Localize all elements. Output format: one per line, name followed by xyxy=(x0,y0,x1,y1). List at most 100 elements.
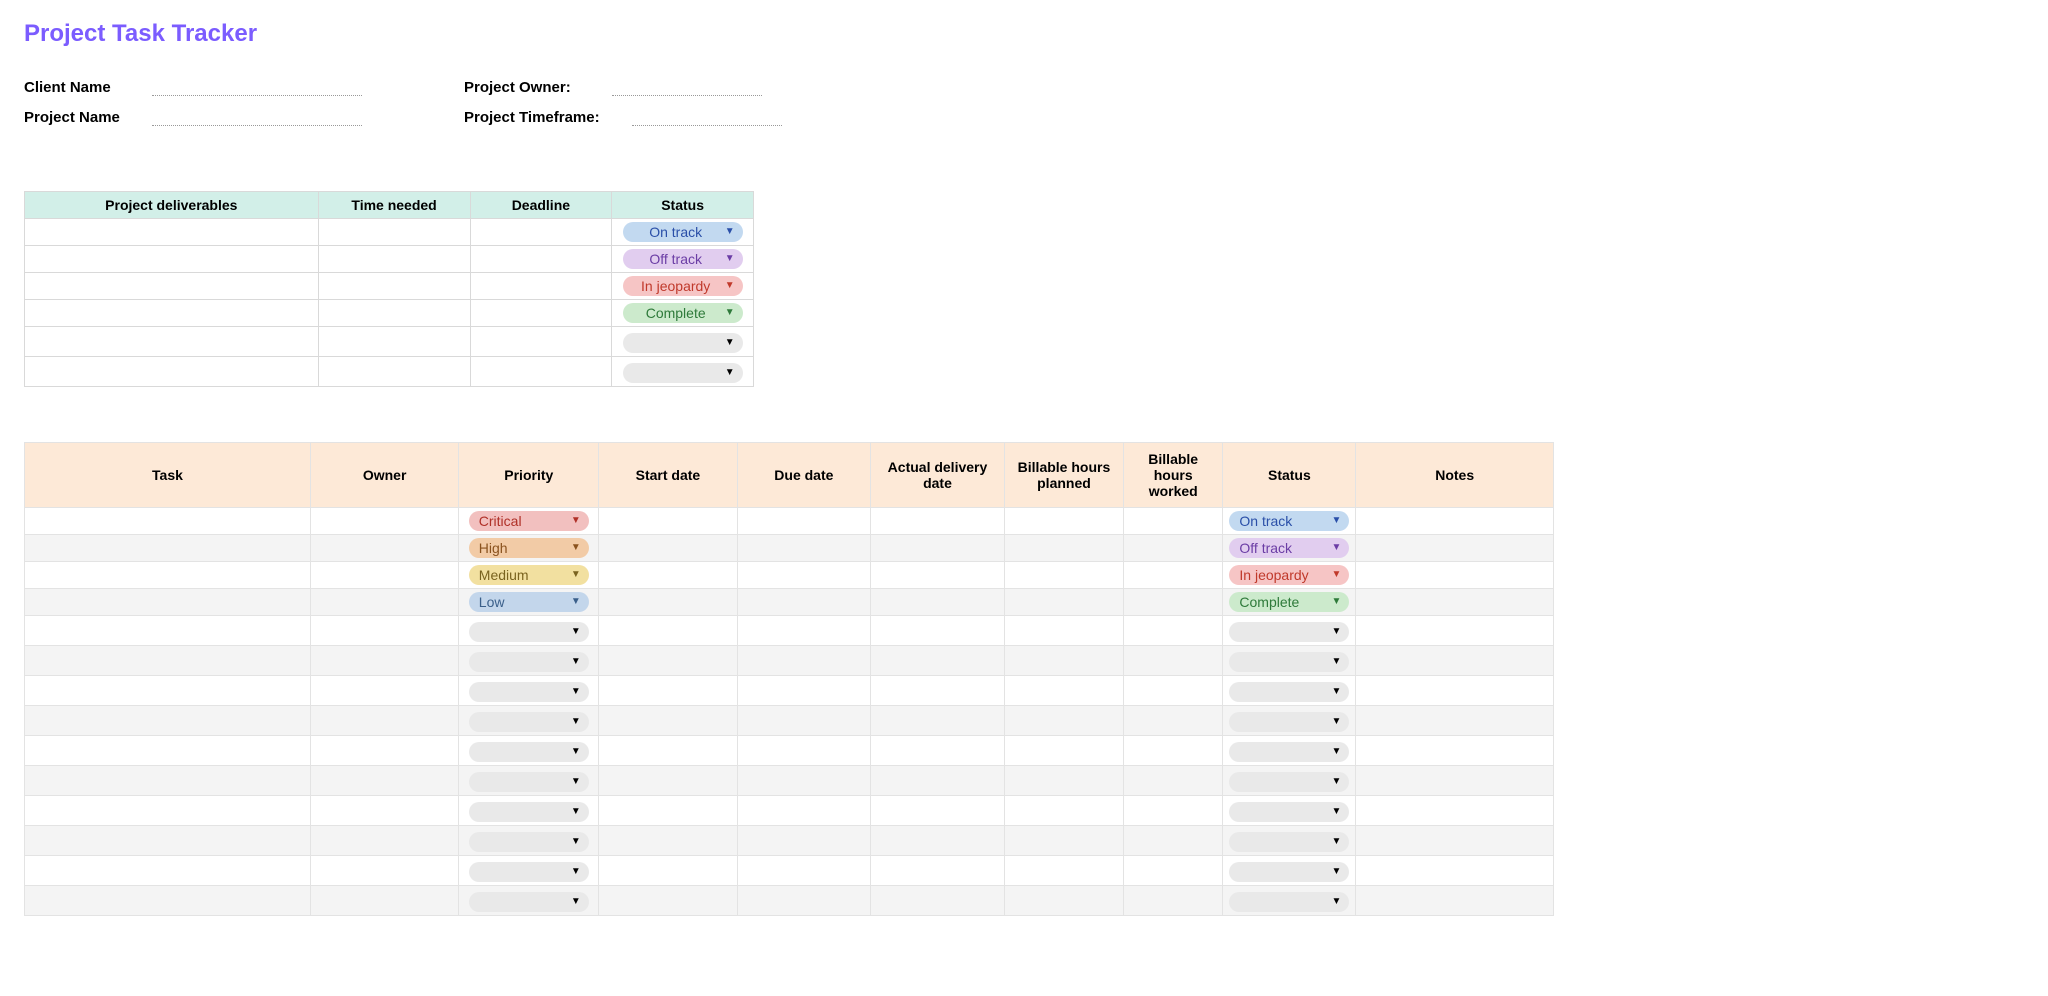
priority-dropdown[interactable]: ▼ xyxy=(469,742,589,762)
table-cell[interactable] xyxy=(1124,766,1223,796)
table-cell[interactable] xyxy=(1124,589,1223,616)
table-cell[interactable] xyxy=(1004,766,1123,796)
priority-dropdown[interactable]: Low▼ xyxy=(469,592,589,612)
table-cell[interactable] xyxy=(1124,562,1223,589)
table-cell[interactable] xyxy=(310,766,458,796)
table-cell[interactable] xyxy=(599,562,737,589)
status-dropdown[interactable]: ▼ xyxy=(1229,682,1349,702)
table-cell[interactable] xyxy=(1356,796,1554,826)
table-cell[interactable] xyxy=(737,706,870,736)
table-cell[interactable] xyxy=(1124,676,1223,706)
status-dropdown[interactable]: On track▼ xyxy=(1229,511,1349,531)
table-cell[interactable] xyxy=(25,508,311,535)
table-cell[interactable] xyxy=(1004,562,1123,589)
table-cell[interactable] xyxy=(737,535,870,562)
table-cell[interactable] xyxy=(871,766,1005,796)
table-cell[interactable] xyxy=(318,300,470,327)
table-cell[interactable] xyxy=(25,676,311,706)
table-cell[interactable] xyxy=(318,357,470,387)
table-cell[interactable] xyxy=(1356,562,1554,589)
client-name-field[interactable] xyxy=(152,78,362,96)
priority-dropdown[interactable]: ▼ xyxy=(469,622,589,642)
table-cell[interactable] xyxy=(737,826,870,856)
priority-dropdown[interactable]: ▼ xyxy=(469,652,589,672)
table-cell[interactable] xyxy=(737,736,870,766)
status-dropdown[interactable]: ▼ xyxy=(1229,832,1349,852)
table-cell[interactable] xyxy=(25,535,311,562)
table-cell[interactable] xyxy=(1124,796,1223,826)
status-dropdown[interactable]: ▼ xyxy=(1229,622,1349,642)
table-cell[interactable] xyxy=(871,535,1005,562)
table-cell[interactable] xyxy=(25,646,311,676)
table-cell[interactable] xyxy=(599,535,737,562)
table-cell[interactable] xyxy=(599,616,737,646)
status-dropdown[interactable]: Complete▼ xyxy=(1229,592,1349,612)
project-timeframe-field[interactable] xyxy=(632,108,782,126)
table-cell[interactable] xyxy=(25,219,319,246)
table-cell[interactable] xyxy=(1124,736,1223,766)
table-cell[interactable] xyxy=(470,219,612,246)
status-dropdown[interactable]: ▼ xyxy=(1229,712,1349,732)
priority-dropdown[interactable]: ▼ xyxy=(469,802,589,822)
project-name-field[interactable] xyxy=(152,108,362,126)
priority-dropdown[interactable]: ▼ xyxy=(469,682,589,702)
table-cell[interactable] xyxy=(871,646,1005,676)
table-cell[interactable] xyxy=(25,273,319,300)
table-cell[interactable] xyxy=(1004,589,1123,616)
table-cell[interactable] xyxy=(310,736,458,766)
table-cell[interactable] xyxy=(1356,856,1554,886)
table-cell[interactable] xyxy=(310,796,458,826)
table-cell[interactable] xyxy=(318,219,470,246)
table-cell[interactable] xyxy=(25,357,319,387)
status-dropdown[interactable]: In jeopardy▼ xyxy=(623,276,743,296)
table-cell[interactable] xyxy=(599,676,737,706)
table-cell[interactable] xyxy=(1356,736,1554,766)
table-cell[interactable] xyxy=(310,676,458,706)
priority-dropdown[interactable]: Medium▼ xyxy=(469,565,589,585)
table-cell[interactable] xyxy=(1004,535,1123,562)
table-cell[interactable] xyxy=(310,706,458,736)
table-cell[interactable] xyxy=(25,886,311,916)
table-cell[interactable] xyxy=(1124,706,1223,736)
status-dropdown[interactable]: ▼ xyxy=(623,333,743,353)
table-cell[interactable] xyxy=(1124,535,1223,562)
table-cell[interactable] xyxy=(25,589,311,616)
table-cell[interactable] xyxy=(1004,508,1123,535)
table-cell[interactable] xyxy=(737,646,870,676)
table-cell[interactable] xyxy=(737,766,870,796)
priority-dropdown[interactable]: Critical▼ xyxy=(469,511,589,531)
table-cell[interactable] xyxy=(1356,646,1554,676)
table-cell[interactable] xyxy=(25,856,311,886)
table-cell[interactable] xyxy=(599,646,737,676)
table-cell[interactable] xyxy=(470,300,612,327)
table-cell[interactable] xyxy=(1004,736,1123,766)
table-cell[interactable] xyxy=(871,508,1005,535)
status-dropdown[interactable]: Off track▼ xyxy=(623,249,743,269)
table-cell[interactable] xyxy=(871,886,1005,916)
table-cell[interactable] xyxy=(1356,616,1554,646)
table-cell[interactable] xyxy=(318,327,470,357)
table-cell[interactable] xyxy=(1004,676,1123,706)
table-cell[interactable] xyxy=(310,826,458,856)
table-cell[interactable] xyxy=(1004,826,1123,856)
table-cell[interactable] xyxy=(871,706,1005,736)
table-cell[interactable] xyxy=(310,508,458,535)
table-cell[interactable] xyxy=(470,357,612,387)
status-dropdown[interactable]: ▼ xyxy=(1229,892,1349,912)
status-dropdown[interactable]: In jeopardy▼ xyxy=(1229,565,1349,585)
table-cell[interactable] xyxy=(25,300,319,327)
table-cell[interactable] xyxy=(871,826,1005,856)
table-cell[interactable] xyxy=(737,562,870,589)
table-cell[interactable] xyxy=(25,562,311,589)
table-cell[interactable] xyxy=(25,826,311,856)
table-cell[interactable] xyxy=(1356,589,1554,616)
table-cell[interactable] xyxy=(871,676,1005,706)
table-cell[interactable] xyxy=(1124,646,1223,676)
priority-dropdown[interactable]: High▼ xyxy=(469,538,589,558)
table-cell[interactable] xyxy=(310,886,458,916)
table-cell[interactable] xyxy=(310,562,458,589)
table-cell[interactable] xyxy=(737,676,870,706)
table-cell[interactable] xyxy=(1124,616,1223,646)
table-cell[interactable] xyxy=(1124,508,1223,535)
status-dropdown[interactable]: Off track▼ xyxy=(1229,538,1349,558)
